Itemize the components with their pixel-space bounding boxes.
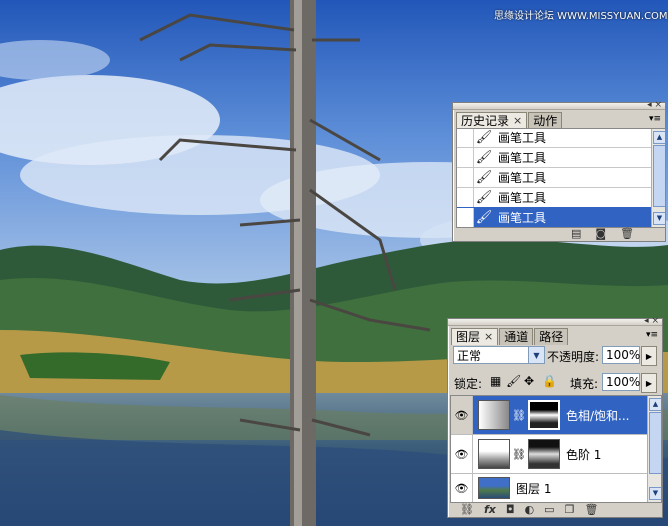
tab-actions[interactable]: 动作 bbox=[528, 112, 563, 129]
snapshot-source-checkbox[interactable] bbox=[457, 129, 474, 147]
link-chain-icon[interactable]: ⛓ bbox=[512, 448, 526, 461]
layer-thumbnail bbox=[478, 477, 510, 499]
layer-mask-thumbnail[interactable] bbox=[527, 439, 560, 469]
panel-menu-icon[interactable]: ▾≡ bbox=[646, 330, 658, 340]
link-chain-icon[interactable]: ⛓ bbox=[512, 409, 526, 422]
layer-name: 图层 1 bbox=[516, 481, 552, 496]
watermark-text: 思缘设计论坛 WWW.MISSYUAN.COM bbox=[494, 11, 668, 22]
layer-row-hue-saturation[interactable]: 👁 ⛓ 色相/饱和... bbox=[451, 396, 648, 435]
history-item-label: 画笔工具 bbox=[498, 190, 547, 205]
lock-image-icon[interactable]: 🖌 bbox=[506, 374, 521, 388]
tab-paths-label: 路径 bbox=[539, 330, 564, 344]
tab-channels-label: 通道 bbox=[504, 330, 529, 344]
layer-style-fx-icon[interactable]: fx bbox=[484, 503, 496, 516]
panel-gripper[interactable]: ◂ × bbox=[453, 100, 665, 110]
lock-all-icon[interactable]: 🔒 bbox=[542, 374, 557, 388]
history-item-label: 画笔工具 bbox=[498, 150, 547, 165]
camera-snapshot-icon[interactable]: ◙ bbox=[595, 227, 606, 240]
close-icon[interactable]: ◂ × bbox=[647, 100, 662, 110]
close-icon[interactable]: ◂ × bbox=[644, 316, 659, 326]
blend-mode-select[interactable]: 正常 ▼ bbox=[453, 346, 545, 364]
opacity-label: 不透明度: bbox=[547, 350, 600, 364]
tab-layers-label: 图层 bbox=[456, 330, 481, 344]
brush-icon: 🖌 bbox=[475, 169, 493, 185]
link-layers-icon[interactable]: ⛓ bbox=[460, 503, 474, 516]
scroll-down-icon[interactable]: ▼ bbox=[649, 487, 661, 500]
panel-menu-icon[interactable]: ▾≡ bbox=[649, 114, 661, 124]
new-document-from-state-icon[interactable]: ▤ bbox=[571, 227, 581, 240]
brush-icon: 🖌 bbox=[475, 129, 493, 145]
fill-slider-button[interactable]: ▶ bbox=[641, 373, 657, 393]
scroll-thumb[interactable] bbox=[653, 145, 665, 207]
history-item-label: 画笔工具 bbox=[498, 130, 547, 145]
layer-name: 色阶 1 bbox=[565, 447, 602, 462]
trash-icon[interactable]: 🗑 bbox=[620, 227, 634, 240]
adjustment-thumbnail bbox=[478, 439, 510, 469]
panel-gripper[interactable]: ◂ × bbox=[448, 316, 662, 326]
tab-channels[interactable]: 通道 bbox=[499, 328, 534, 345]
adjustment-thumbnail bbox=[478, 400, 510, 430]
trash-icon[interactable]: 🗑 bbox=[584, 503, 598, 516]
visibility-eye-icon[interactable]: 👁 bbox=[451, 396, 473, 434]
brush-icon: 🖌 bbox=[475, 209, 493, 225]
history-tabs: 历史记录 × 动作 ▾≡ bbox=[453, 110, 665, 129]
layers-panel: ◂ × 图层 × 通道 路径 ▾≡ 正常 ▼ 不透明度: 100% ▶ 锁定: … bbox=[447, 316, 663, 518]
adjustment-layer-icon[interactable]: ◐ bbox=[525, 503, 535, 516]
lock-transparency-icon[interactable]: ▦ bbox=[490, 374, 501, 388]
history-item[interactable]: 🖌 画笔工具 bbox=[457, 187, 652, 208]
brush-icon: 🖌 bbox=[475, 149, 493, 165]
history-item-label: 画笔工具 bbox=[498, 170, 547, 185]
snapshot-source-checkbox[interactable] bbox=[457, 147, 474, 167]
layer-row-levels[interactable]: 👁 ⛓ 色阶 1 bbox=[451, 435, 648, 474]
history-item[interactable]: 🖌 画笔工具 bbox=[457, 129, 652, 148]
layer-name: 色相/饱和... bbox=[565, 408, 630, 423]
tab-history[interactable]: 历史记录 × bbox=[456, 112, 528, 129]
scroll-up-icon[interactable]: ▲ bbox=[649, 398, 661, 411]
opacity-input[interactable]: 100% bbox=[602, 346, 640, 364]
fill-label: 填充: bbox=[570, 377, 599, 391]
brush-icon: 🖌 bbox=[475, 189, 493, 205]
scroll-up-icon[interactable]: ▲ bbox=[653, 131, 665, 144]
history-item-label: 画笔工具 bbox=[498, 210, 547, 225]
scroll-down-icon[interactable]: ▼ bbox=[653, 212, 665, 225]
close-icon[interactable]: × bbox=[484, 329, 493, 345]
snapshot-source-checkbox[interactable] bbox=[457, 167, 474, 187]
lock-position-icon[interactable]: ✥ bbox=[524, 374, 534, 388]
visibility-eye-icon[interactable]: 👁 bbox=[451, 435, 473, 473]
add-mask-icon[interactable]: ◘ bbox=[506, 503, 515, 516]
opacity-slider-button[interactable]: ▶ bbox=[641, 346, 657, 366]
tab-history-label: 历史记录 bbox=[461, 114, 510, 128]
layers-footer: ⛓ fx ◘ ◐ ▭ ❐ 🗑 bbox=[460, 503, 598, 516]
history-footer: ▤ ◙ 🗑 bbox=[571, 227, 634, 240]
layers-scrollbar[interactable]: ▲ ▼ bbox=[647, 396, 661, 502]
lock-label: 锁定: bbox=[454, 377, 483, 391]
tab-actions-label: 动作 bbox=[533, 114, 558, 128]
history-list: 🖌 画笔工具 🖌 画笔工具 🖌 画笔工具 🖌 画笔工具 ▷ 🖌 画笔工具 ▲ ▼ bbox=[456, 128, 666, 228]
layers-tabs: 图层 × 通道 路径 ▾≡ bbox=[448, 326, 662, 345]
fill-input[interactable]: 100% bbox=[602, 373, 640, 391]
history-item[interactable]: 🖌 画笔工具 bbox=[457, 167, 652, 188]
history-panel: ◂ × 历史记录 × 动作 ▾≡ 🖌 画笔工具 🖌 画笔工具 🖌 画笔工具 🖌 bbox=[452, 100, 666, 242]
close-icon[interactable]: × bbox=[513, 113, 522, 129]
history-state-marker-icon[interactable]: ▷ bbox=[457, 207, 474, 227]
tab-paths[interactable]: 路径 bbox=[534, 328, 569, 345]
layers-list: 👁 ⛓ 色相/饱和... 👁 ⛓ 色阶 1 👁 图层 1 ▲ ▼ bbox=[450, 395, 662, 503]
scroll-thumb[interactable] bbox=[649, 412, 661, 474]
snapshot-source-checkbox[interactable] bbox=[457, 187, 474, 207]
tab-layers[interactable]: 图层 × bbox=[451, 328, 499, 345]
chevron-down-icon[interactable]: ▼ bbox=[528, 347, 544, 363]
visibility-eye-icon[interactable]: 👁 bbox=[451, 474, 473, 502]
history-item[interactable]: 🖌 画笔工具 bbox=[457, 147, 652, 168]
layer-row-photo[interactable]: 👁 图层 1 bbox=[451, 474, 648, 502]
layer-mask-thumbnail[interactable] bbox=[527, 400, 560, 430]
history-item-selected[interactable]: ▷ 🖌 画笔工具 bbox=[457, 207, 652, 227]
blend-mode-value: 正常 bbox=[457, 348, 482, 363]
history-scrollbar[interactable]: ▲ ▼ bbox=[651, 129, 665, 227]
new-layer-icon[interactable]: ❐ bbox=[565, 503, 575, 516]
new-group-icon[interactable]: ▭ bbox=[544, 503, 554, 516]
